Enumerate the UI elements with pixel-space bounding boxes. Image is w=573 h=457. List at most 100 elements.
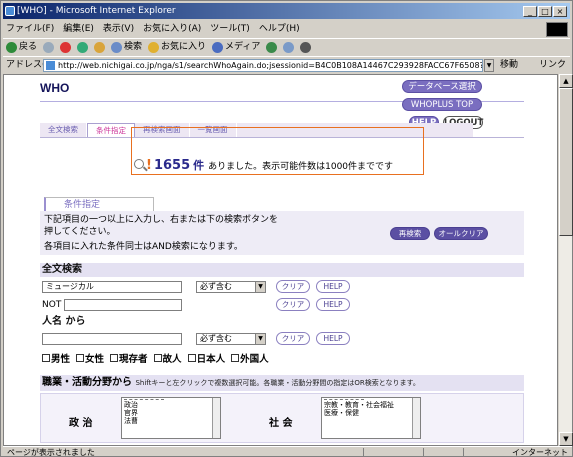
status-text: ページが表示されました (7, 448, 95, 457)
fulltext-clear-button[interactable]: クリア (276, 280, 310, 293)
conditions-label: 条件指定 (44, 197, 154, 211)
person-mode-select[interactable]: 必ず含む ▼ (196, 333, 266, 345)
list-item[interactable]: 宗教・教育・社会福祉 (324, 401, 418, 409)
not-clear-button[interactable]: クリア (276, 298, 310, 311)
minimize-button[interactable]: _ (523, 6, 537, 17)
checkbox[interactable] (187, 354, 196, 362)
scroll-thumb[interactable] (559, 88, 573, 236)
checkbox[interactable] (153, 354, 162, 362)
condition-form: 条件指定 下記項目の一つ以上に入力し、右または下の検索ボタンを 押してください。… (40, 197, 524, 445)
not-help-button[interactable]: HELP (316, 298, 350, 311)
forward-button[interactable] (43, 39, 55, 55)
forward-arrow-icon (43, 41, 55, 53)
history-icon (266, 41, 278, 53)
menu-edit[interactable]: 編集(E) (63, 21, 94, 37)
chevron-down-icon: ▼ (255, 282, 265, 292)
mail-button[interactable] (283, 39, 295, 55)
filter-checkboxes: 男性 女性 現存者 故人 日本人 外国人 (42, 351, 269, 365)
links-button[interactable]: リンク (539, 57, 566, 74)
person-clear-button[interactable]: クリア (276, 332, 310, 345)
page-scrollbar[interactable]: ▲ ▼ (558, 74, 573, 446)
filter-foreign[interactable]: 外国人 (231, 351, 269, 365)
checkbox[interactable] (42, 354, 50, 362)
whoplus-top-button[interactable]: WHOPLUS TOP (402, 98, 482, 111)
print-button[interactable] (300, 39, 312, 55)
page-icon (46, 61, 55, 70)
stop-button[interactable] (60, 39, 72, 55)
list-item[interactable]: 法曹 (124, 417, 218, 425)
browser-window: [WHO] - Microsoft Internet Explorer _ □ … (0, 0, 573, 457)
star-icon (148, 41, 160, 53)
zone-label: インターネット (512, 448, 568, 457)
maximize-button[interactable]: □ (538, 6, 552, 17)
history-button[interactable] (266, 39, 278, 55)
list-item[interactable]: 官界 (124, 409, 218, 417)
not-input[interactable] (64, 299, 182, 311)
clear-all-button[interactable]: オールクリア (434, 227, 488, 240)
result-unit: 件 (193, 159, 205, 172)
home-icon (94, 41, 106, 53)
filter-deceased[interactable]: 故人 (153, 351, 182, 365)
windows-logo-icon (546, 22, 568, 37)
listbox-scrollbar[interactable] (212, 398, 220, 438)
not-label: NOT (42, 300, 62, 310)
checkbox[interactable] (76, 354, 85, 362)
address-input[interactable]: http://web.nichigai.co.jp/nga/s1/searchW… (43, 59, 483, 72)
fulltext-mode-select[interactable]: 必ず含む ▼ (196, 281, 266, 293)
fulltext-input[interactable]: ミュージカル (42, 281, 182, 293)
go-button[interactable]: 移動 (500, 57, 518, 74)
society-label: 社 会 (269, 418, 293, 429)
result-message: ありました。表示可能件数は1000件までです (208, 162, 394, 172)
menu-file[interactable]: ファイル(F) (6, 21, 54, 37)
result-count: 1655 (153, 158, 191, 173)
listbox-scrollbar[interactable] (412, 398, 420, 438)
fulltext-help-button[interactable]: HELP (316, 280, 350, 293)
refresh-button[interactable] (77, 39, 89, 55)
search-icon (111, 41, 123, 53)
scroll-down-icon[interactable]: ▼ (559, 432, 573, 446)
stop-icon (60, 41, 72, 53)
search-button[interactable]: 検索 (111, 39, 142, 55)
close-button[interactable]: × (553, 6, 567, 17)
media-button[interactable]: メディア (212, 39, 260, 55)
title-bar: [WHO] - Microsoft Internet Explorer _ □ … (3, 3, 570, 19)
instruction-line-3: 各項目に入れた条件同士はAND検索になります。 (44, 242, 243, 252)
occupation-lists: 政 治 政治 官界 法曹 社 会 宗教・教育・社会福祉 医療・保健 (40, 393, 524, 443)
filter-female[interactable]: 女性 (76, 351, 104, 365)
person-help-button[interactable]: HELP (316, 332, 350, 345)
person-input[interactable] (42, 333, 182, 345)
back-button[interactable]: 戻る (6, 39, 37, 55)
fulltext-heading: 全文検索 (40, 263, 524, 277)
checkbox[interactable] (110, 354, 119, 362)
ie-icon (5, 6, 15, 16)
filter-japanese[interactable]: 日本人 (187, 351, 225, 365)
list-item[interactable]: 医療・保健 (324, 409, 418, 417)
politics-listbox[interactable]: 政治 官界 法曹 (121, 397, 221, 439)
back-arrow-icon (6, 41, 17, 53)
address-dropdown-icon[interactable]: ▼ (484, 59, 494, 72)
menu-help[interactable]: ヘルプ(H) (259, 21, 300, 37)
occupation-note: Shiftキーと左クリックで複数選択可能。各職業・活動分野間の指定はOR検索とな… (135, 379, 420, 387)
list-item[interactable]: 政治 (124, 401, 218, 409)
who-logo: WHO (40, 81, 70, 95)
menu-favorites[interactable]: お気に入り(A) (143, 21, 201, 37)
tab-fulltext[interactable]: 全文検索 (40, 123, 87, 137)
menu-tools[interactable]: ツール(T) (210, 21, 250, 37)
filter-living[interactable]: 現存者 (110, 351, 148, 365)
tab-conditions[interactable]: 条件指定 (87, 123, 135, 137)
instruction-line-1: 下記項目の一つ以上に入力し、右または下の検索ボタンを (44, 215, 279, 225)
filter-male[interactable]: 男性 (42, 351, 70, 365)
society-listbox[interactable]: 宗教・教育・社会福祉 医療・保健 (321, 397, 421, 439)
media-icon (212, 41, 224, 53)
scroll-up-icon[interactable]: ▲ (559, 74, 573, 88)
occupation-heading: 職業・活動分野から Shiftキーと左クリックで複数選択可能。各職業・活動分野間… (40, 375, 524, 391)
db-select-button[interactable]: データベース選択 (402, 80, 482, 93)
refresh-icon (77, 41, 89, 53)
favorites-button[interactable]: お気に入り (148, 39, 206, 55)
instructions: 下記項目の一つ以上に入力し、右または下の検索ボタンを 押してください。 各項目に… (40, 211, 524, 255)
checkbox[interactable] (231, 354, 240, 362)
home-button[interactable] (94, 39, 106, 55)
search-again-button[interactable]: 再検索 (390, 227, 430, 240)
toolbar: 戻る 検索 お気に入り メディア (3, 38, 570, 55)
menu-view[interactable]: 表示(V) (103, 21, 134, 37)
